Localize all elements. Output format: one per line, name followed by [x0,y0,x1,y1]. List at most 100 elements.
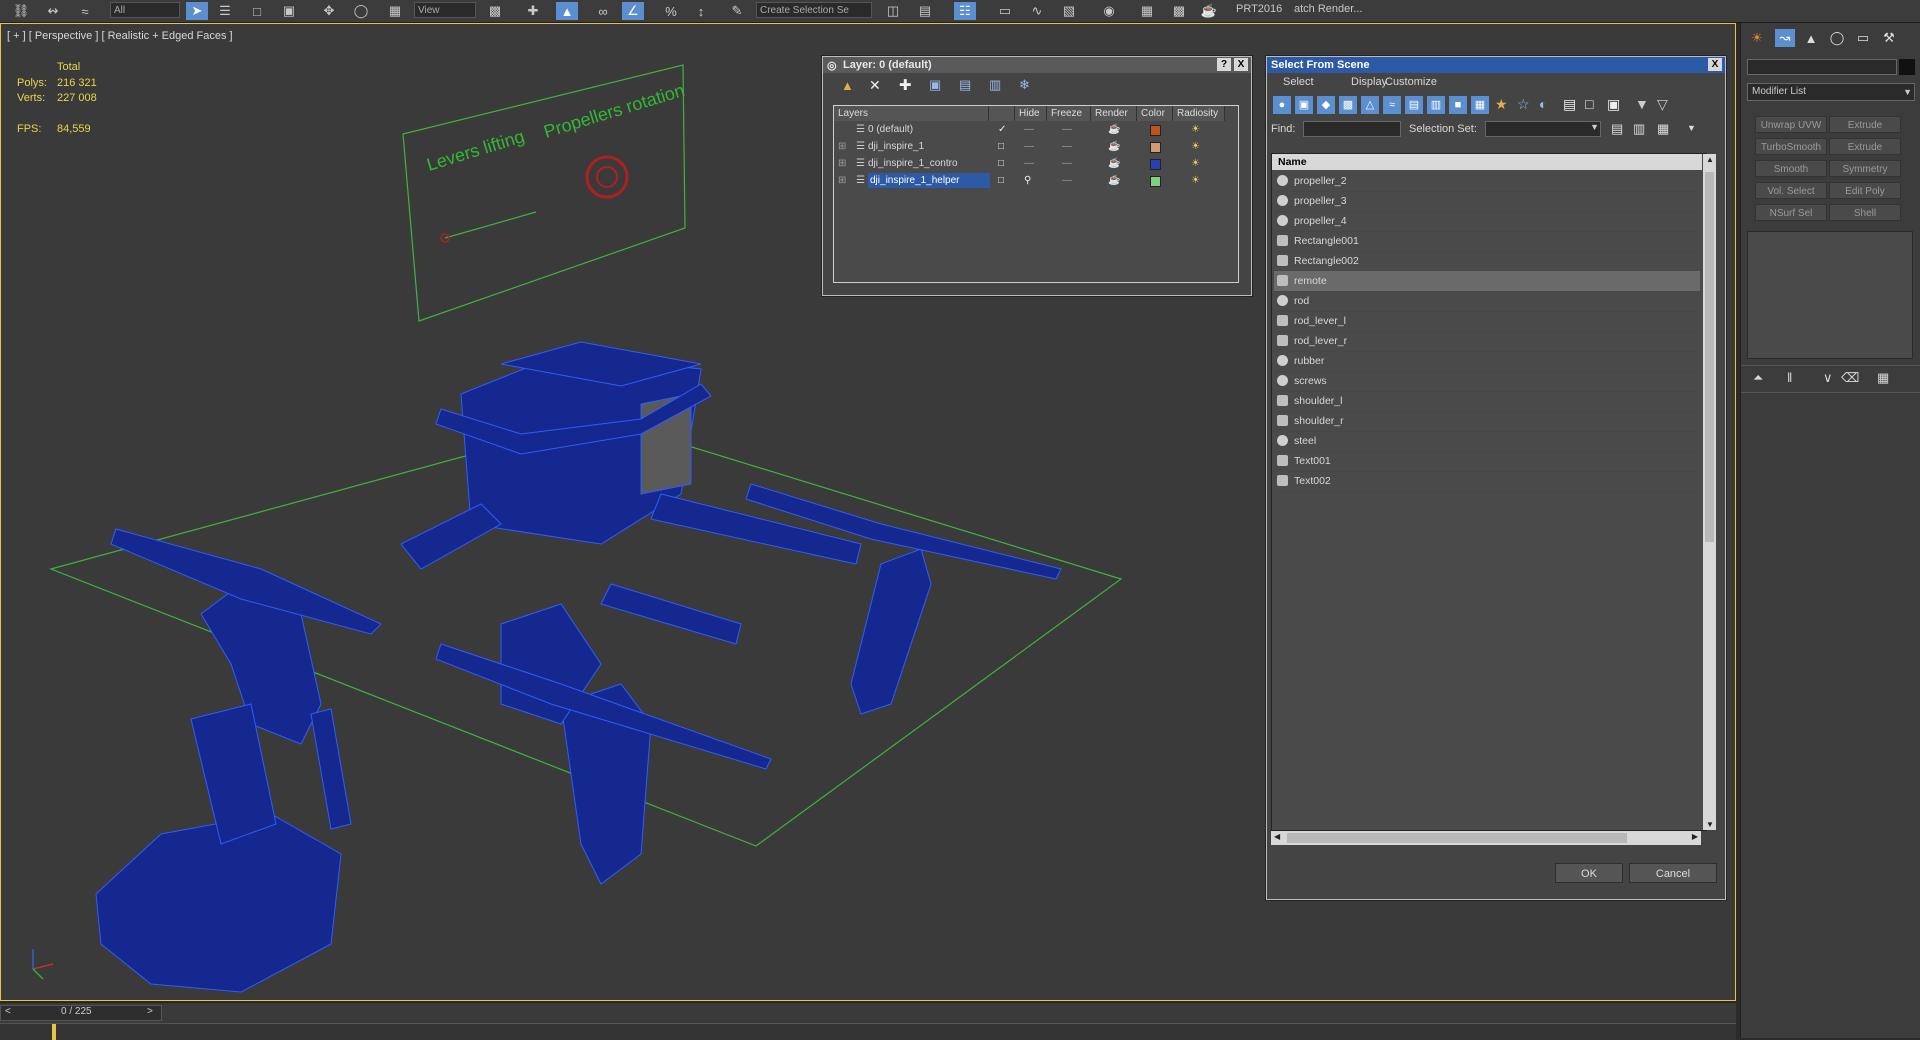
configure-modifier-sets-icon[interactable]: ▦ [1877,370,1889,386]
pin-stack-icon[interactable]: ⏶ [1753,370,1763,386]
rectangular-selection-icon[interactable]: □ [246,2,268,20]
column-header-check[interactable] [989,106,1015,121]
rendered-frame-icon[interactable]: ▩ [1168,2,1190,20]
layer-window[interactable]: ◎ Layer: 0 (default) ? X ▲ ✕ ✚ ▣ ▤ ▥ ❄ L… [822,56,1252,296]
freeze-toggle[interactable]: — [1062,155,1072,172]
timeline-ruler[interactable] [0,1023,1736,1040]
list-item[interactable]: Rectangle002 [1274,251,1700,272]
modify-tab-icon[interactable]: ↝ [1775,29,1795,47]
reference-coordinate-dropdown[interactable]: View [414,2,476,18]
display-xrefs-icon[interactable]: ▥ [1427,96,1445,114]
utilities-tab-icon[interactable]: ⚒ [1879,29,1899,47]
display-cameras-icon[interactable]: ▩ [1339,96,1357,114]
render-setup-icon[interactable]: ▦ [1136,2,1158,20]
radiosity-icon[interactable]: ☀ [1191,138,1200,155]
select-all-icon[interactable]: ▤ [1563,96,1576,113]
layer-row[interactable]: ☰ 0 (default) ✓ — — ☕ ☀ [834,121,1210,138]
list-item[interactable]: shoulder_r [1274,411,1700,432]
time-slider[interactable]: < 0 / 225 > [0,1005,162,1021]
highlight-layer-icon[interactable]: ▤ [959,77,971,93]
help-button[interactable]: ? [1217,58,1231,71]
horizontal-scrollbar[interactable]: ◀ ▶ [1271,831,1701,845]
create-tab-icon[interactable]: ☀ [1747,29,1767,47]
active-checkmark-icon[interactable]: ✓ [998,121,1006,138]
angle-snap-icon[interactable]: ∠ [622,2,644,20]
create-selection-set-icon[interactable]: ▤ [1611,121,1623,137]
list-item[interactable]: steel [1274,431,1700,452]
scroll-up-icon[interactable]: ▲ [1706,155,1714,164]
display-containers-icon[interactable]: ▦ [1471,96,1489,114]
add-to-selection-set-icon[interactable]: ▦ [1657,121,1669,137]
list-item[interactable]: propeller_2 [1274,171,1700,192]
hide-toggle[interactable]: — [1024,138,1034,155]
render-teapot-icon[interactable]: ☕ [1108,155,1120,172]
snap-toggle-icon[interactable]: ∞ [592,2,614,20]
display-lights-icon[interactable]: ◆ [1317,96,1335,114]
selection-set-dropdown[interactable]: ▼ [1485,121,1601,137]
rotate-icon[interactable]: ◯ [350,2,372,20]
expand-icon[interactable]: ⊞ [838,155,846,172]
layer-row[interactable]: ⊞ ☰ dji_inspire_1_helper □ ⚲ — ☕ ☀ [834,172,1210,189]
column-header-radiosity[interactable]: Radiosity [1173,106,1225,121]
modifier-button[interactable]: Edit Poly [1829,182,1901,199]
vertical-scrollbar[interactable]: ▲ ▼ [1703,154,1716,830]
list-item[interactable]: propeller_4 [1274,211,1700,232]
modifier-button[interactable]: Unwrap UVW [1755,116,1827,133]
layer-row[interactable]: ⊞ ☰ dji_inspire_1 □ — — ☕ ☀ [834,138,1210,155]
column-header-layers[interactable]: Layers [834,106,989,121]
select-object-icon[interactable]: ➤ [186,2,208,20]
render-teapot-icon[interactable]: ☕ [1108,138,1120,155]
freeze-all-icon[interactable]: ❄ [1019,77,1030,93]
active-checkbox[interactable]: □ [998,172,1004,189]
hide-all-icon[interactable]: ▥ [989,77,1001,93]
percent-snap-icon[interactable]: % [660,2,682,20]
select-manipulate-icon[interactable]: ✚ [522,2,544,20]
batch-render-label[interactable]: atch Render... [1294,3,1363,15]
modifier-button[interactable]: Smooth [1755,160,1827,177]
hide-lightbulb-icon[interactable]: ⚲ [1024,172,1031,189]
spinner-snap-icon[interactable]: ↕ [690,2,712,20]
modifier-button[interactable]: Extrude [1829,116,1901,133]
object-color-swatch[interactable] [1899,59,1915,75]
align-icon[interactable]: ▤ [914,2,936,20]
list-item[interactable]: rod_lever_r [1274,331,1700,352]
list-item[interactable]: shoulder_l [1274,391,1700,412]
menu-customize[interactable]: Customize [1385,76,1437,88]
active-checkbox[interactable]: □ [998,155,1004,172]
hscroll-thumb[interactable] [1287,833,1627,843]
hide-toggle[interactable]: — [1024,155,1034,172]
scrollbar-thumb[interactable] [1705,172,1714,542]
ok-button[interactable]: OK [1555,863,1623,883]
show-end-result-icon[interactable]: ‖ [1787,370,1792,385]
list-item[interactable]: rubber [1274,351,1700,372]
curve-editor-icon[interactable]: ∿ [1026,2,1048,20]
remove-modifier-icon[interactable]: ⌫ [1841,370,1859,386]
unlink-icon[interactable]: ↭ [42,2,64,20]
list-item[interactable]: Rectangle001 [1274,231,1700,252]
select-by-name-icon[interactable]: ☰ [214,2,236,20]
link-icon[interactable]: ⛓ [10,2,32,20]
select-invert-icon[interactable]: ▣ [1607,96,1620,113]
column-header-freeze[interactable]: Freeze [1047,106,1091,121]
layer-name[interactable]: dji_inspire_1_contro [868,155,958,172]
edit-named-selection-icon[interactable]: ✎ [726,2,748,20]
create-layer-icon[interactable]: ▲ [841,78,854,93]
next-frame-button[interactable]: > [147,1006,153,1017]
close-button[interactable]: X [1708,58,1722,71]
remove-selection-set-icon[interactable]: ▥ [1633,121,1645,137]
layer-color-swatch[interactable] [1150,142,1161,153]
modifier-button[interactable]: TurboSmooth [1755,138,1827,155]
list-item[interactable]: Text001 [1274,451,1700,472]
prev-frame-button[interactable]: < [5,1006,11,1017]
display-helpers-icon[interactable]: △ [1361,96,1379,114]
selection-filter-dropdown[interactable]: All [110,2,180,18]
modifier-stack[interactable] [1747,231,1913,359]
list-item[interactable]: rod_lever_l [1274,311,1700,332]
column-header-hide[interactable]: Hide [1015,106,1047,121]
menu-select[interactable]: Select [1283,76,1314,88]
display-invert-icon[interactable]: ◐ [1539,96,1547,112]
column-header-color[interactable]: Color [1137,106,1173,121]
render-icon[interactable]: ☕ [1198,2,1220,20]
motion-tab-icon[interactable]: ◯ [1827,29,1847,47]
expand-icon[interactable]: ⊞ [838,172,846,189]
